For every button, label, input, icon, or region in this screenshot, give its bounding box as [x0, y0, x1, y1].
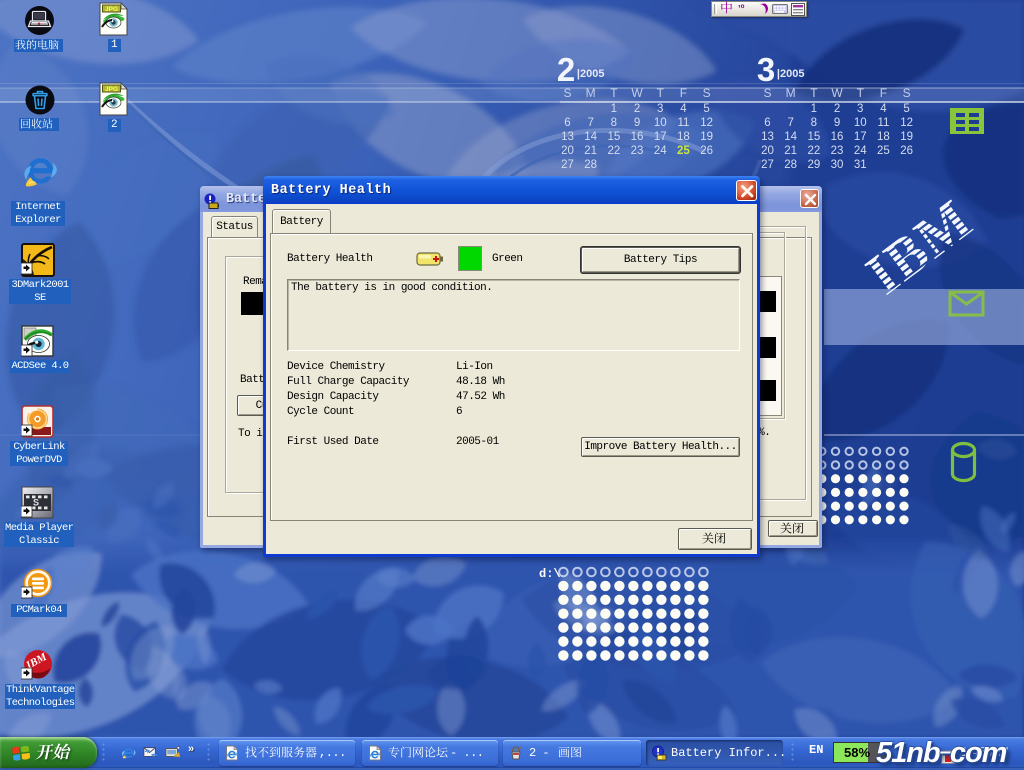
svg-text:’º: ’º — [738, 4, 745, 15]
svg-text:JPG: JPG — [105, 86, 118, 93]
svg-text:S: S — [33, 498, 39, 508]
svg-text:d:\: d:\ — [539, 567, 561, 581]
svg-text:JPG: JPG — [105, 6, 118, 13]
